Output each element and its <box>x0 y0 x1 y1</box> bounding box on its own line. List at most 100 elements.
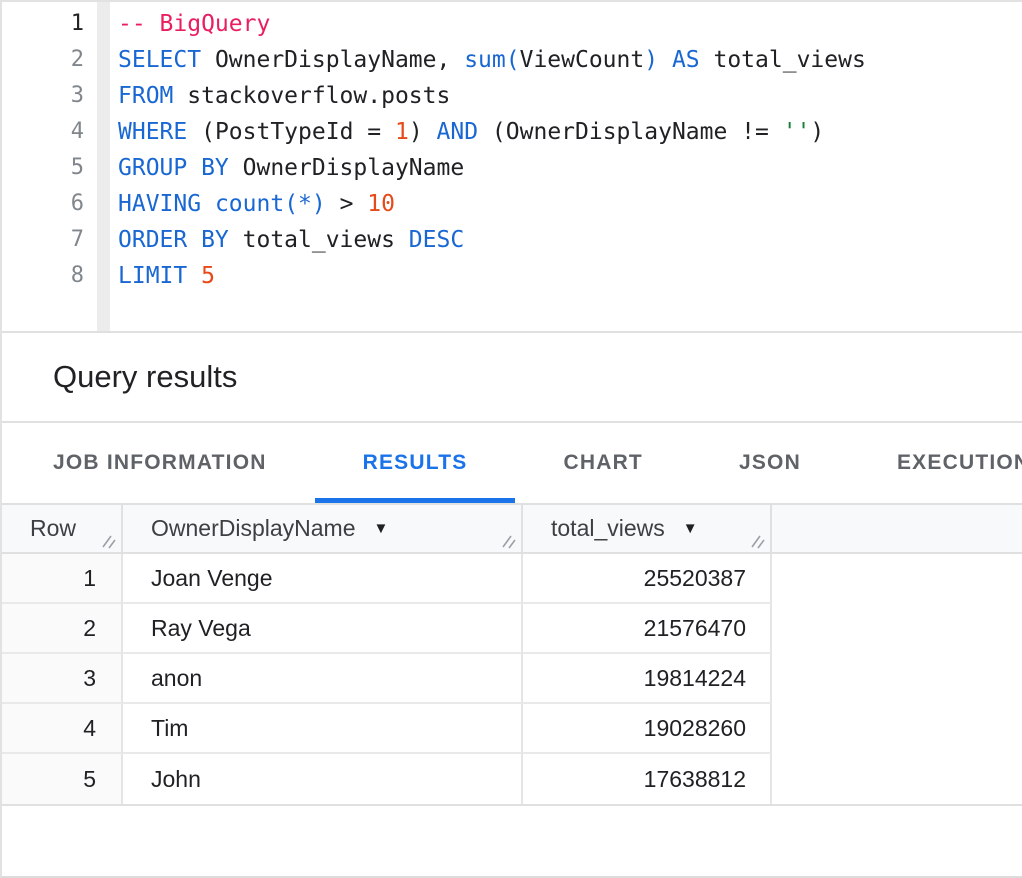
code-line[interactable]: 2 SELECT OwnerDisplayName, sum(ViewCount)… <box>2 42 1022 78</box>
line-number: 3 <box>2 78 84 114</box>
row-number-cell: 1 <box>2 554 123 604</box>
code-token: AS <box>672 47 700 73</box>
owner-display-name-cell: Ray Vega <box>123 604 523 654</box>
column-header-label: Row <box>30 515 76 542</box>
code-token: ) <box>644 47 658 73</box>
code-line[interactable]: 6 HAVING count(*) > 10 <box>2 186 1022 222</box>
column-resize-icon[interactable] <box>102 534 117 549</box>
line-number: 5 <box>2 150 84 186</box>
column-header-row[interactable]: Row <box>2 505 123 552</box>
code-text: LIMIT 5 <box>118 258 215 294</box>
code-token: OwnerDisplayName <box>229 155 464 181</box>
total-views-cell: 17638812 <box>523 754 772 804</box>
code-token: DESC <box>409 227 464 253</box>
row-number-cell: 3 <box>2 654 123 704</box>
code-token: (OwnerDisplayName != <box>478 119 783 145</box>
column-header-total_views[interactable]: total_views ▼ <box>523 505 772 552</box>
code-token: total_views <box>229 227 409 253</box>
owner-display-name-cell: Tim <box>123 704 523 754</box>
code-text: GROUP BY OwnerDisplayName <box>118 150 464 186</box>
table-header-row: Row OwnerDisplayName ▼ total_views ▼ <box>2 505 1022 554</box>
code-token: (PostTypeId = <box>187 119 395 145</box>
code-text: HAVING count(*) > 10 <box>118 186 395 222</box>
code-token: 1 <box>395 119 409 145</box>
row-filler-cell <box>772 754 1022 804</box>
line-number: 7 <box>2 222 84 258</box>
code-token: HAVING <box>118 191 201 217</box>
code-token: stackoverflow.posts <box>173 83 450 109</box>
code-line[interactable]: 1 -- BigQuery <box>2 6 1022 42</box>
code-text: FROM stackoverflow.posts <box>118 78 450 114</box>
column-resize-icon[interactable] <box>502 534 517 549</box>
code-line[interactable]: 5 GROUP BY OwnerDisplayName <box>2 150 1022 186</box>
code-lines: 1 -- BigQuery 2 SELECT OwnerDisplayName, su… <box>2 2 1022 294</box>
code-line[interactable]: 8 LIMIT 5 <box>2 258 1022 294</box>
row-number-cell: 4 <box>2 704 123 754</box>
total-views-cell: 21576470 <box>523 604 772 654</box>
code-token: ViewCount <box>520 47 645 73</box>
tab-json[interactable]: JSON <box>691 423 849 503</box>
code-token <box>658 47 672 73</box>
tab-label: JSON <box>739 451 801 475</box>
line-number: 8 <box>2 258 84 294</box>
column-menu-arrow-icon[interactable]: ▼ <box>683 520 698 537</box>
total-views-cell: 25520387 <box>523 554 772 604</box>
code-line[interactable]: 3 FROM stackoverflow.posts <box>2 78 1022 114</box>
code-token: -- BigQuery <box>118 11 270 37</box>
code-token: ORDER BY <box>118 227 229 253</box>
code-token: SELECT <box>118 47 201 73</box>
column-resize-icon[interactable] <box>751 534 766 549</box>
code-text: -- BigQuery <box>118 6 270 42</box>
code-token: ) <box>409 119 437 145</box>
code-token: 5 <box>201 263 215 289</box>
table-row: 3anon19814224 <box>2 654 1022 704</box>
tab-label: RESULTS <box>363 451 468 475</box>
code-token: count(*) <box>215 191 326 217</box>
total-views-cell: 19814224 <box>523 654 772 704</box>
column-header-label: total_views <box>551 515 665 542</box>
tab-results[interactable]: RESULTS <box>315 423 516 503</box>
code-token: LIMIT <box>118 263 187 289</box>
code-token: '' <box>783 119 811 145</box>
table-row: 1Joan Venge25520387 <box>2 554 1022 604</box>
code-text: SELECT OwnerDisplayName, sum(ViewCount) … <box>118 42 866 78</box>
code-token: FROM <box>118 83 173 109</box>
bigquery-results-panel: 1 -- BigQuery 2 SELECT OwnerDisplayName, su… <box>0 0 1022 878</box>
code-token: GROUP BY <box>118 155 229 181</box>
code-line[interactable]: 4 WHERE (PostTypeId = 1) AND (OwnerDispla… <box>2 114 1022 150</box>
table-row: 4Tim19028260 <box>2 704 1022 754</box>
tab-label: JOB INFORMATION <box>53 451 267 475</box>
code-text: ORDER BY total_views DESC <box>118 222 464 258</box>
code-token <box>201 191 215 217</box>
tab-label: CHART <box>563 451 643 475</box>
query-results-header: Query results <box>2 333 1022 423</box>
row-filler-cell <box>772 604 1022 654</box>
table-header-filler <box>772 505 1022 552</box>
column-header-ownerdisplayname[interactable]: OwnerDisplayName ▼ <box>123 505 523 552</box>
line-number: 6 <box>2 186 84 222</box>
line-number: 1 <box>2 6 84 42</box>
owner-display-name-cell: John <box>123 754 523 804</box>
column-menu-arrow-icon[interactable]: ▼ <box>374 520 389 537</box>
column-header-label: OwnerDisplayName <box>151 515 356 542</box>
code-token: > <box>326 191 368 217</box>
code-token: sum( <box>464 47 519 73</box>
code-text: WHERE (PostTypeId = 1) AND (OwnerDisplay… <box>118 114 824 150</box>
tab-label: EXECUTION DETAILS <box>897 451 1022 475</box>
results-table: Row OwnerDisplayName ▼ total_views ▼ 1Joan V… <box>2 503 1022 806</box>
code-token: 10 <box>367 191 395 217</box>
owner-display-name-cell: Joan Venge <box>123 554 523 604</box>
code-line[interactable]: 7 ORDER BY total_views DESC <box>2 222 1022 258</box>
tab-execution-details[interactable]: EXECUTION DETAILS <box>849 423 1022 503</box>
sql-editor[interactable]: 1 -- BigQuery 2 SELECT OwnerDisplayName, su… <box>2 2 1022 333</box>
tab-job-information[interactable]: JOB INFORMATION <box>5 423 315 503</box>
table-row: 5John17638812 <box>2 754 1022 804</box>
table-row: 2Ray Vega21576470 <box>2 604 1022 654</box>
code-token: total_views <box>700 47 866 73</box>
tab-chart[interactable]: CHART <box>515 423 691 503</box>
line-number: 4 <box>2 114 84 150</box>
code-token: AND <box>437 119 479 145</box>
row-number-cell: 5 <box>2 754 123 804</box>
code-token: ) <box>810 119 824 145</box>
line-number: 2 <box>2 42 84 78</box>
